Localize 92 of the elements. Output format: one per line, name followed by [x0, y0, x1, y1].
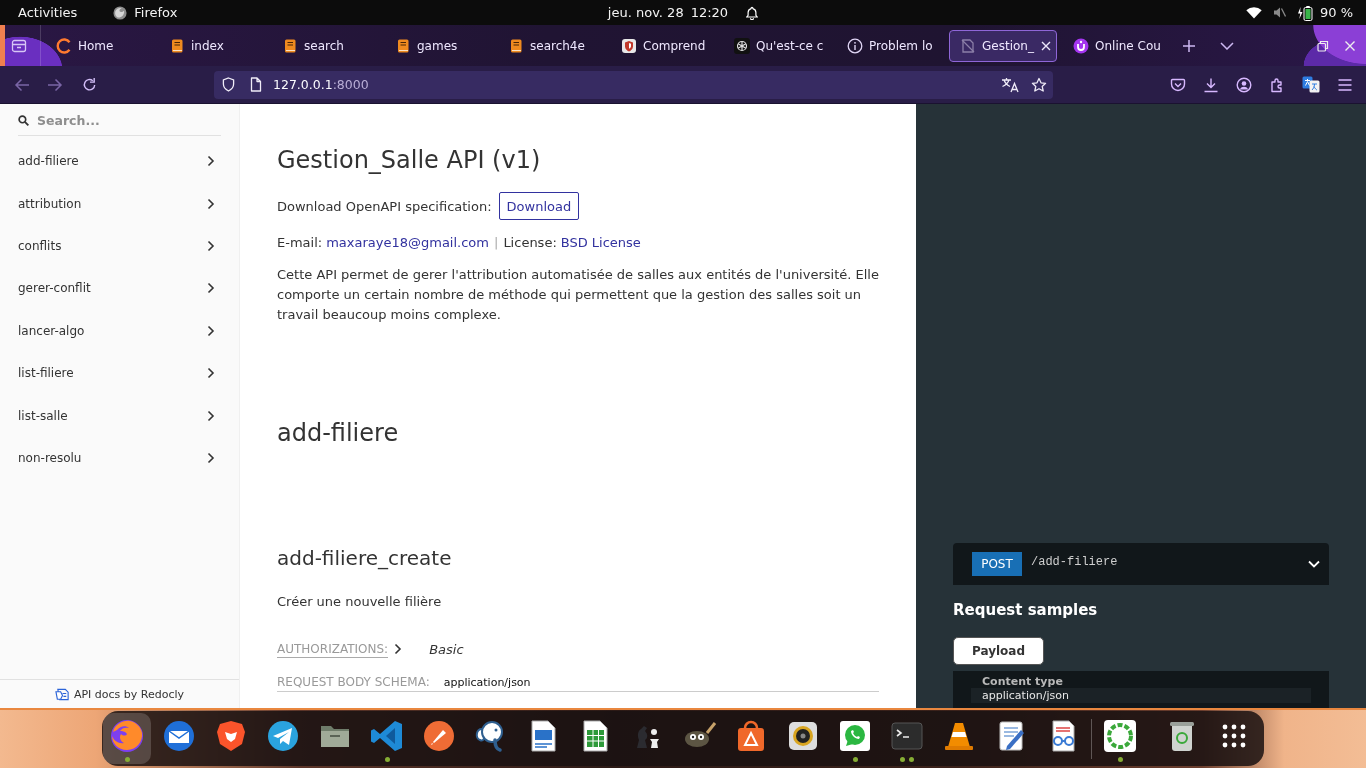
browser-tab[interactable]: search4e: [497, 29, 605, 62]
license-label: License:: [503, 234, 557, 252]
date-text: jeu. nov. 28: [607, 5, 684, 20]
plus-icon[interactable]: [1182, 38, 1196, 53]
arc-icon: [56, 37, 72, 54]
shield-icon[interactable]: [222, 77, 235, 92]
sample-tab[interactable]: Payload: [953, 637, 1044, 665]
search-field[interactable]: Search...: [37, 111, 221, 130]
globe-icon: [113, 5, 128, 20]
download-icon[interactable]: [1203, 76, 1219, 93]
endpoint-path: /add-filiere: [1031, 555, 1118, 569]
sidebar-item[interactable]: gerer-conflit: [0, 267, 239, 310]
close-icon[interactable]: [1039, 39, 1052, 52]
address-field[interactable]: 127.0.0.1:8000: [214, 70, 1053, 99]
pen-circle-icon: [421, 718, 457, 754]
browser-tab[interactable]: Gestion_: [949, 29, 1057, 62]
page-icon[interactable]: [250, 77, 262, 92]
translate-icon[interactable]: [1001, 76, 1019, 93]
chevron-right-icon: [394, 643, 403, 655]
download-button[interactable]: Download: [498, 192, 580, 220]
envelope-circle-icon: [161, 718, 197, 754]
api-description: Cette API permet de gerer l'attribution automatisée de salles aux entités de l'université. Elle comporte un certain nombre de méthode qui permettent que la gestion des salles soit un travail beaucoup moins complexe.: [277, 266, 879, 324]
code-ribbon-icon: [369, 718, 405, 754]
book-icon: [282, 37, 298, 54]
email-link[interactable]: maxaraye18@gmail.com: [326, 233, 489, 253]
pocket-icon[interactable]: [1170, 76, 1186, 93]
menu-icon[interactable]: [1337, 77, 1353, 92]
browser-tab[interactable]: Home: [45, 29, 153, 62]
app-menu-button[interactable]: Firefox: [107, 2, 184, 23]
star-icon[interactable]: [1031, 76, 1047, 93]
browser-tab[interactable]: index: [158, 29, 266, 62]
dashed-ring-icon: [1102, 718, 1138, 754]
bell-icon[interactable]: [746, 5, 759, 20]
browser-tab[interactable]: search: [271, 29, 379, 62]
chevron-down-icon[interactable]: [1220, 41, 1234, 50]
search-icon: [18, 115, 29, 126]
operation-title: add-filiere_create: [277, 545, 453, 571]
book-icon: [508, 37, 524, 54]
muted-speaker-icon[interactable]: [1272, 6, 1286, 19]
body-schema-value: application/json: [443, 675, 531, 689]
samples-heading: Request samples: [953, 600, 1099, 620]
body-schema-label: REQUEST BODY SCHEMA:: [277, 675, 430, 689]
puzzle-icon[interactable]: [1269, 76, 1285, 93]
email-label: E-mail:: [277, 234, 323, 252]
content-type-label: Content type: [982, 675, 1064, 688]
separator-text: |: [494, 234, 499, 252]
time-text: 12:20: [690, 5, 729, 20]
forward-arrow-icon[interactable]: [47, 77, 63, 92]
wifi-icon[interactable]: [1245, 6, 1262, 19]
cup-circle-icon: [1073, 37, 1089, 54]
browser-tab[interactable]: Comprend: [610, 29, 718, 62]
account-icon[interactable]: [1236, 76, 1252, 93]
shield-badge-icon: [621, 37, 637, 54]
battery-percentage: 90 %: [1319, 5, 1353, 20]
docs-logo-icon: [54, 686, 70, 702]
method-badge: POST: [972, 552, 1022, 576]
sidebar-item[interactable]: add-filiere: [0, 140, 239, 183]
sidebar-item[interactable]: list-filiere: [0, 351, 239, 395]
browser-tab[interactable]: Online Cou: [1062, 29, 1170, 62]
paper-plane-icon: [265, 718, 301, 754]
browser-tab[interactable]: Problem lo: [836, 29, 944, 62]
content-type-value: application/json: [971, 688, 1311, 703]
download-label: Download OpenAPI specification:: [277, 198, 492, 214]
api-title: Gestion_Salle API (v1): [277, 145, 542, 175]
info-icon: [847, 37, 863, 54]
battery-icon[interactable]: [1296, 4, 1313, 21]
book-icon: [395, 37, 411, 54]
back-arrow-icon[interactable]: [14, 77, 30, 92]
endpoint-bar[interactable]: POST /add-filiere: [953, 543, 1329, 585]
section-title: add-filiere: [277, 418, 400, 448]
tray-icon[interactable]: [11, 37, 27, 54]
translation-badge-icon[interactable]: [1302, 76, 1320, 93]
browser-tab[interactable]: Qu'est-ce c: [723, 29, 831, 62]
sidebar-item[interactable]: lancer-algo: [0, 309, 239, 352]
flame-globe-icon: [109, 718, 145, 754]
activities-button[interactable]: Activities: [12, 2, 84, 23]
wheel-icon: [734, 37, 750, 54]
sidebar-item[interactable]: attribution: [0, 182, 239, 225]
credit-link[interactable]: API docs by Redocly: [54, 686, 185, 702]
license-link[interactable]: BSD License: [560, 233, 641, 253]
chat-phone-icon: [837, 718, 873, 754]
sidebar-item[interactable]: conflits: [0, 224, 239, 268]
sidebar-item[interactable]: list-salle: [0, 394, 239, 437]
sidebar-item[interactable]: non-resolu: [0, 436, 239, 480]
operation-summary: Créer une nouvelle filière: [277, 593, 443, 611]
authorization-value: Basic: [429, 641, 464, 657]
crossed-page-icon: [960, 37, 976, 54]
book-icon: [169, 37, 185, 54]
reload-icon[interactable]: [82, 77, 97, 92]
close-icon[interactable]: [1344, 39, 1356, 52]
restore-icon[interactable]: [1317, 39, 1329, 52]
browser-tab[interactable]: games: [384, 29, 492, 62]
